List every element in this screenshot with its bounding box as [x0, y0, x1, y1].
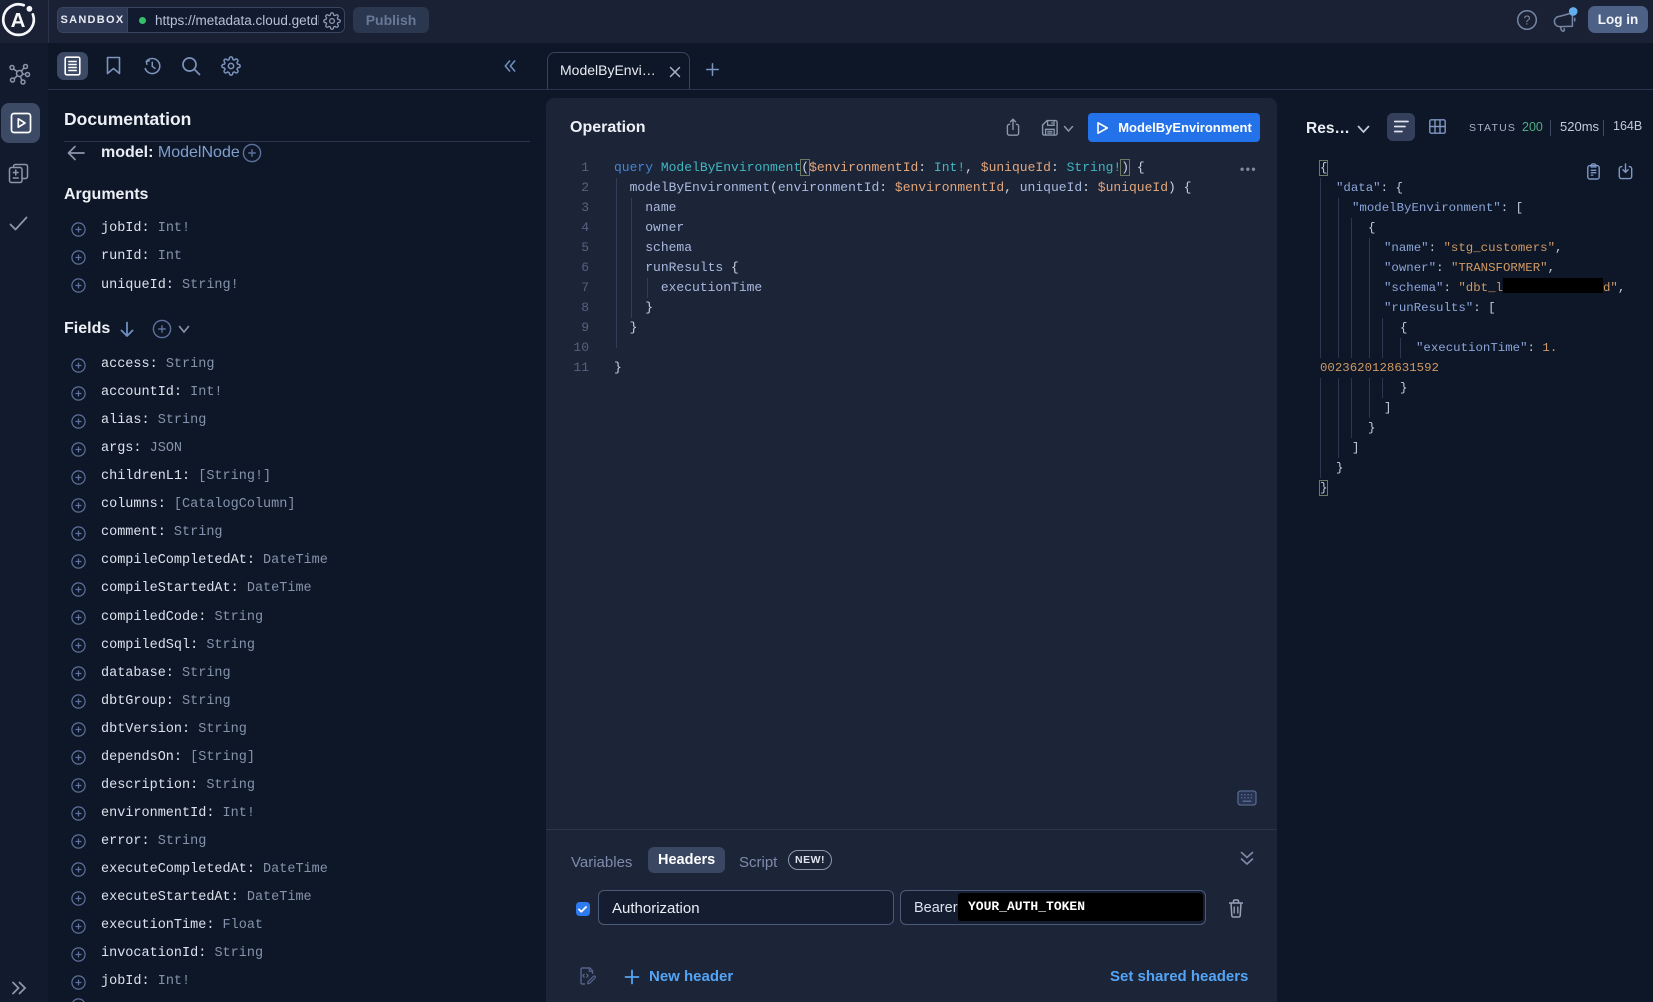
svg-text:?: ?	[1524, 14, 1531, 28]
svg-text:A: A	[11, 9, 26, 32]
